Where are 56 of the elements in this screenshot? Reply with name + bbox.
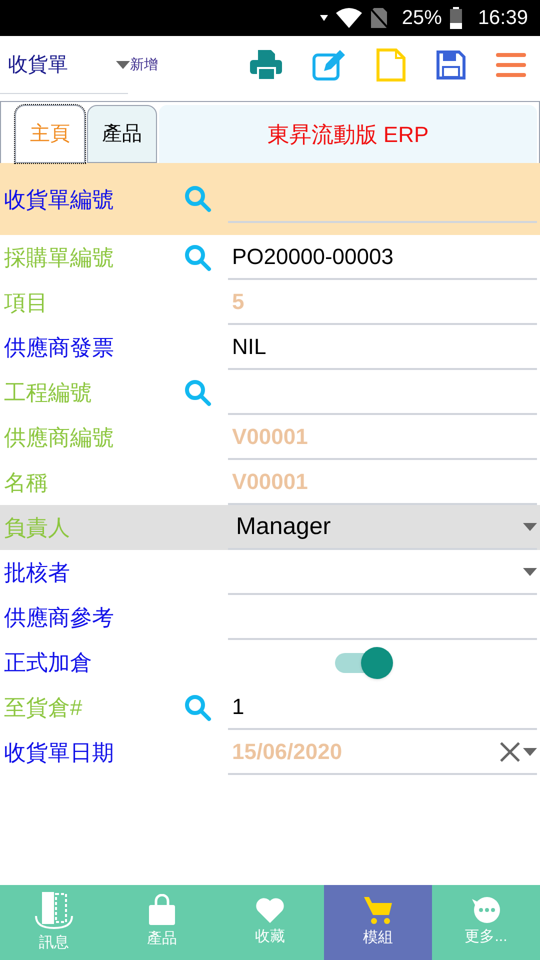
heart-icon — [255, 896, 285, 924]
nav-tab[interactable]: 更多... — [432, 885, 540, 960]
caret-icon — [116, 60, 130, 68]
search-icon[interactable] — [184, 185, 212, 213]
nav-tab[interactable]: 模組 — [324, 885, 432, 960]
field-label: 供應商參考 — [4, 604, 114, 632]
signal-arrow-icon — [320, 14, 328, 22]
tab[interactable]: 產品 — [87, 105, 157, 163]
nav-tab[interactable]: 產品 — [108, 885, 216, 960]
dropdown-caret-icon[interactable] — [523, 748, 537, 756]
cart-icon — [363, 895, 393, 926]
dropdown-caret-icon[interactable] — [523, 568, 537, 576]
toggle-switch[interactable] — [335, 646, 393, 678]
select-field[interactable]: Manager — [228, 505, 537, 550]
search-icon[interactable] — [184, 244, 212, 272]
nav-tab[interactable]: 訊息 — [0, 885, 108, 960]
search-icon[interactable] — [184, 694, 212, 722]
field-label: 供應商編號 — [4, 424, 114, 452]
field-label: 批核者 — [4, 559, 70, 587]
menu-icon[interactable] — [496, 52, 526, 78]
field-label: 名稱 — [4, 469, 48, 497]
chat-bubble-icon — [471, 896, 501, 924]
no-sim-icon — [370, 7, 388, 29]
input-field[interactable]: NIL — [228, 325, 537, 370]
dropdown-caret-icon[interactable] — [523, 522, 537, 530]
building-icon — [33, 890, 75, 930]
input-field[interactable]: 1 — [228, 685, 537, 730]
page-title: 收貨單 — [8, 52, 68, 78]
field-label: 項目 — [4, 289, 48, 317]
input-field[interactable]: PO20000-00003 — [228, 235, 537, 280]
print-icon[interactable] — [250, 50, 282, 80]
edit-icon[interactable] — [312, 49, 346, 81]
field-label: 工程編號 — [4, 379, 92, 407]
field-label: 採購單編號 — [4, 244, 114, 272]
date-field[interactable]: 15/06/2020 — [228, 730, 537, 775]
battery-percent: 25% — [402, 6, 442, 31]
clock-time: 16:39 — [478, 6, 528, 31]
app-banner: 東昇流動版 ERP — [159, 105, 537, 163]
document-icon[interactable] — [376, 48, 406, 82]
shopping-bag-icon — [148, 894, 176, 926]
field-label: 收貨單編號 — [4, 186, 114, 214]
field-label: 供應商發票 — [4, 334, 114, 362]
save-icon[interactable] — [436, 50, 466, 80]
field-label: 正式加倉 — [4, 649, 92, 677]
input-field[interactable]: 5 — [228, 280, 537, 325]
field-label: 收貨單日期 — [4, 739, 114, 767]
clear-icon[interactable] — [499, 740, 521, 762]
mode-dropdown[interactable]: 新增 — [116, 54, 158, 75]
tab[interactable]: 主頁 — [15, 105, 85, 163]
search-icon[interactable] — [184, 378, 212, 406]
input-field[interactable]: V00001 — [228, 415, 537, 460]
wifi-icon — [336, 8, 362, 28]
nav-tab[interactable]: 收藏 — [216, 885, 324, 960]
battery-icon — [450, 7, 462, 29]
field-label: 至貨倉# — [4, 694, 82, 722]
field-label: 負責人 — [4, 514, 70, 542]
